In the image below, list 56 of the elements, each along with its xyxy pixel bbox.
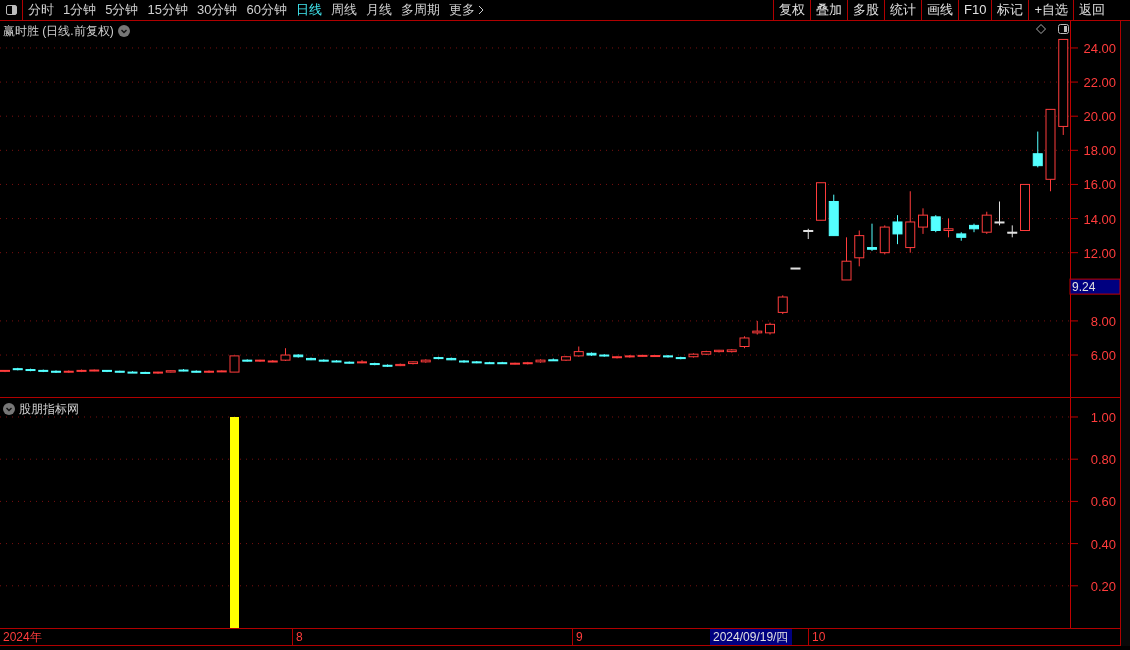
candlestick [777, 294, 788, 315]
chevron-right-icon [477, 5, 484, 15]
period-tab[interactable]: 1分钟 [63, 0, 97, 20]
price-tag: 9.24 [1069, 278, 1120, 295]
period-tab[interactable]: 30分钟 [196, 0, 238, 20]
chart-title: 赢时胜 (日线.前复权) [3, 23, 114, 40]
candlestick [892, 214, 903, 245]
toolbar-button[interactable]: 统计 [884, 0, 921, 20]
chevron-down-icon[interactable] [3, 403, 15, 415]
indicator-title: 股朋指标网 [19, 401, 79, 418]
toolbar-button[interactable]: +自选 [1028, 0, 1073, 20]
period-tab[interactable]: 60分钟 [246, 0, 287, 20]
candlestick [841, 236, 852, 281]
candlestick [867, 223, 877, 252]
price-axis-label: 14.00 [1083, 211, 1116, 227]
toolbar-button[interactable]: 多股 [847, 0, 884, 20]
price-axis-label: 16.00 [1083, 177, 1116, 193]
indicator-axis-label: 0.80 [1090, 452, 1116, 468]
candlestick [994, 200, 1005, 226]
period-tab[interactable]: 分时 [28, 0, 54, 20]
date-axis-label: 9 [572, 629, 708, 645]
panel-toggle-icon[interactable] [1058, 24, 1069, 34]
period-tab[interactable]: 5分钟 [105, 0, 139, 20]
price-axis-label: 12.00 [1083, 245, 1116, 261]
chevron-down-icon[interactable] [117, 25, 130, 37]
period-tab[interactable]: 周线 [330, 0, 357, 20]
date-axis-label: 2024/09/19/四 [710, 629, 792, 645]
period-tab[interactable]: 日线 [295, 0, 322, 20]
candlestick [981, 211, 992, 235]
toolbar-button[interactable]: 复权 [773, 0, 810, 20]
diamond-icon[interactable] [1036, 24, 1046, 34]
price-axis-label: 20.00 [1083, 109, 1116, 125]
toolbar-button[interactable]: 叠加 [810, 0, 847, 20]
toolbar-button[interactable]: 返回 [1073, 0, 1110, 20]
indicator-axis-label: 1.00 [1090, 410, 1116, 425]
toolbar-button[interactable]: 标记 [991, 0, 1029, 20]
candlestick [854, 230, 865, 267]
candlestick [943, 218, 954, 238]
price-axis-label: 8.00 [1090, 313, 1116, 329]
candlestick [1032, 131, 1043, 168]
toolbar-button[interactable]: 画线 [921, 0, 958, 20]
price-axis-label: 24.00 [1083, 40, 1116, 56]
toolbar-button[interactable]: F10 [958, 0, 992, 20]
indicator-axis-label: 0.60 [1090, 494, 1116, 510]
date-axis-label: 8 [292, 629, 572, 645]
indicator-axis-label: 0.20 [1090, 578, 1116, 594]
candlestick [918, 207, 928, 235]
date-axis-label: 2024年 [2, 629, 43, 645]
period-tab[interactable]: 更多 [448, 0, 484, 20]
indicator-axis-label: 0.40 [1090, 536, 1116, 552]
period-tab[interactable]: 多周期 [400, 0, 440, 20]
price-axis-label: 22.00 [1083, 75, 1116, 91]
period-tab[interactable]: 月线 [365, 0, 392, 20]
price-axis-label: 6.00 [1090, 348, 1116, 364]
period-tab[interactable]: 15分钟 [147, 0, 188, 20]
price-axis-label: 18.00 [1083, 143, 1116, 159]
